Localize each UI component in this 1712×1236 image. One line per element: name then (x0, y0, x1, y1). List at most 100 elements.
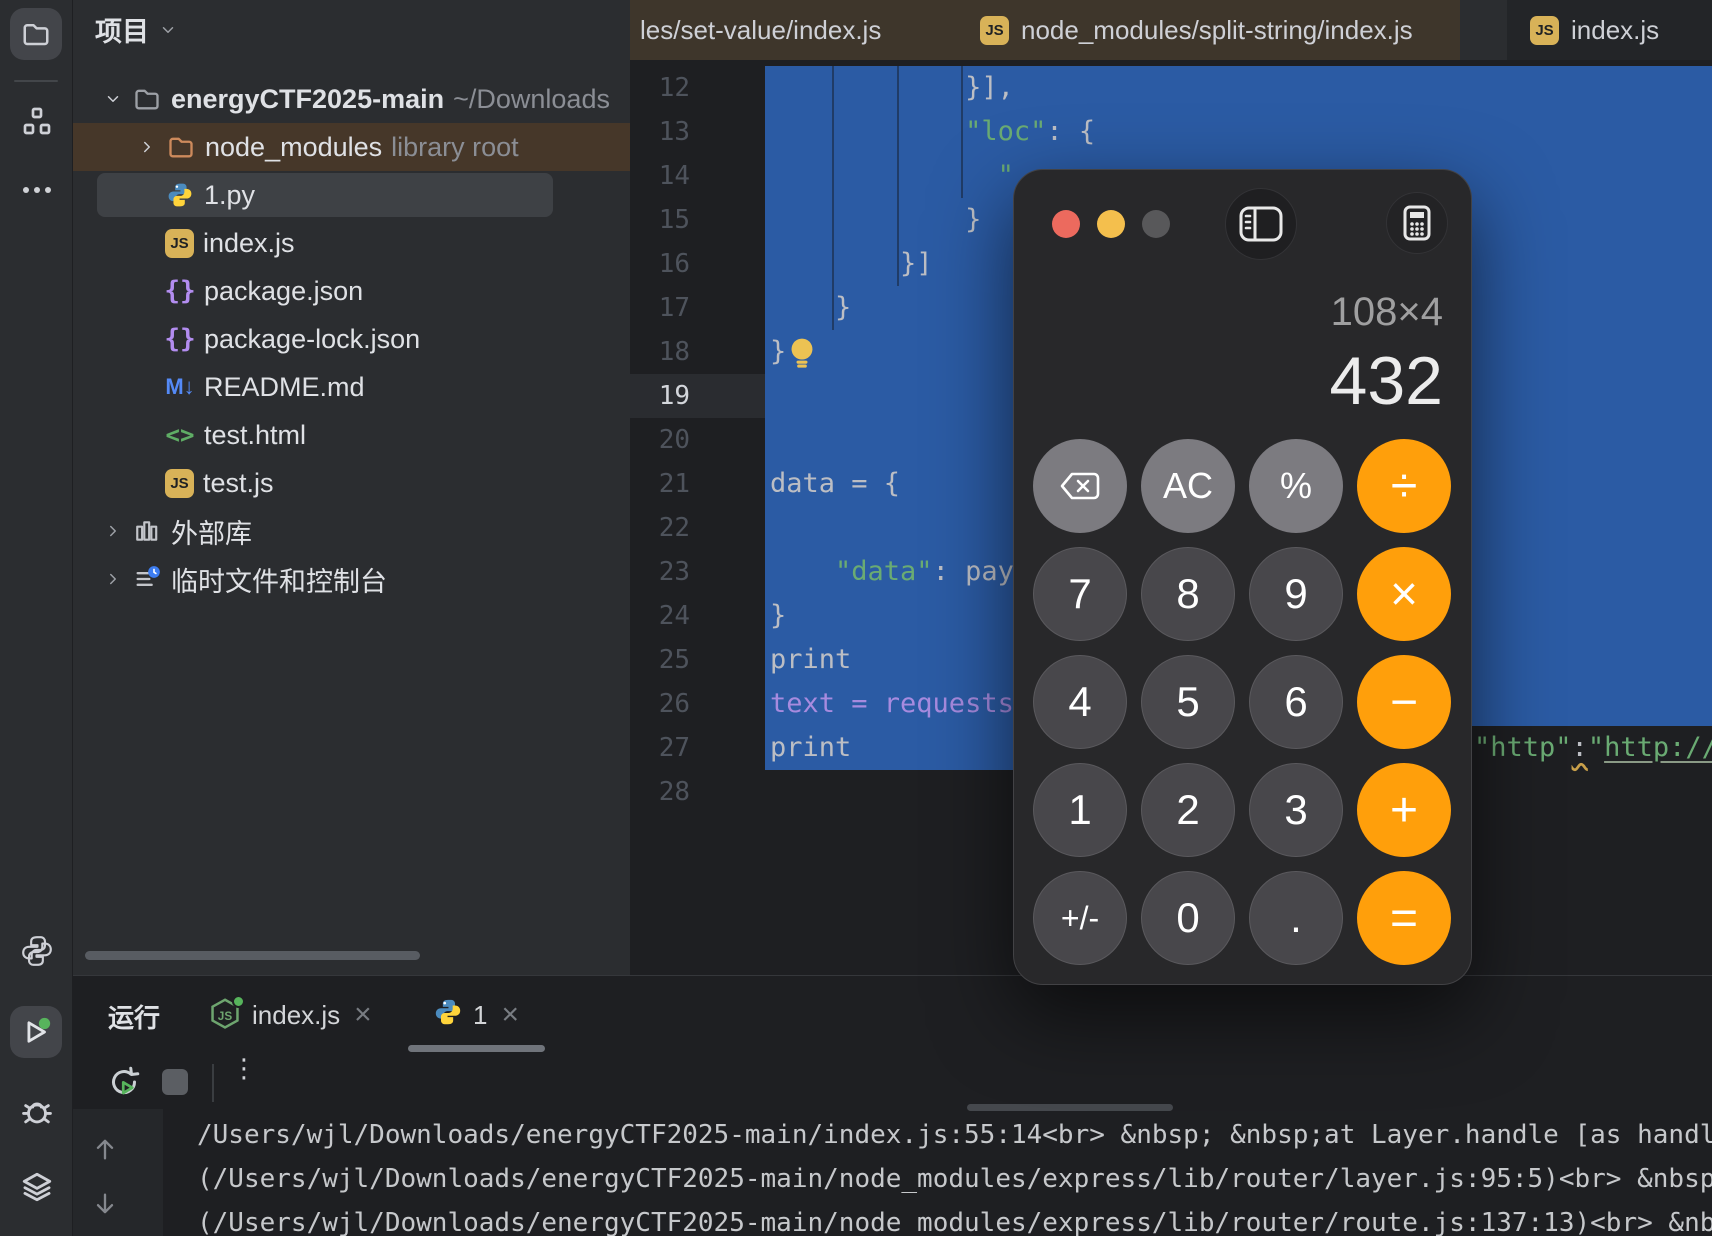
line-number[interactable]: 26 (630, 682, 690, 726)
line-number[interactable]: 27 (630, 726, 690, 770)
tree-item-label: README.md (204, 372, 365, 403)
digit-3-button[interactable]: 3 (1249, 763, 1343, 857)
chevron-right-icon[interactable] (137, 138, 157, 156)
ac-button[interactable]: AC (1141, 439, 1235, 533)
chevron-down-icon[interactable] (103, 90, 123, 108)
arrow-down-icon[interactable] (91, 1189, 119, 1224)
debug-tool-button[interactable] (0, 1095, 73, 1129)
tree-item-label: 1.py (204, 180, 255, 211)
project-tool-button[interactable] (10, 8, 62, 60)
line-number[interactable]: 18 (630, 330, 690, 374)
digit-0-button[interactable]: 0 (1141, 871, 1235, 965)
tab-split-string-index-js[interactable]: JS node_modules/split-string/index.js (980, 0, 1413, 60)
tree-item-package-lock-json[interactable]: {} package-lock.json (73, 315, 630, 363)
tree-item-external-libraries[interactable]: 外部库 (73, 507, 630, 555)
code-line: print (765, 726, 851, 770)
run-tool-button[interactable] (10, 1006, 62, 1058)
plus-minus-button[interactable]: +/- (1033, 871, 1127, 965)
digit-9-button[interactable]: 9 (1249, 547, 1343, 641)
divider (212, 1064, 214, 1102)
line-number[interactable]: 22 (630, 506, 690, 550)
run-tab-1[interactable]: 1 × (433, 991, 523, 1039)
digit-7-button[interactable]: 7 (1033, 547, 1127, 641)
backspace-icon (1060, 472, 1100, 500)
divide-button[interactable]: ÷ (1357, 439, 1451, 533)
tree-item-1-py[interactable]: 1.py (73, 171, 630, 219)
code-line: text = requests. (765, 682, 1030, 726)
zoom-traffic-light[interactable] (1142, 210, 1170, 238)
line-number[interactable]: 16 (630, 242, 690, 286)
calculator-mode-button[interactable] (1386, 192, 1448, 254)
services-tool-button[interactable] (0, 1170, 73, 1204)
digit-1-button[interactable]: 1 (1033, 763, 1127, 857)
more-options-button[interactable]: ⋮ (231, 1061, 251, 1075)
structure-tool-button[interactable] (0, 105, 73, 137)
line-number[interactable]: 25 (630, 638, 690, 682)
minimize-traffic-light[interactable] (1097, 210, 1125, 238)
percent-button[interactable]: % (1249, 439, 1343, 533)
chevron-right-icon[interactable] (103, 570, 123, 588)
calculator-window[interactable]: 108×4 432 AC % ÷ 7 8 9 × 4 5 6 − 1 2 3 +… (1013, 169, 1472, 985)
run-tab-index-js[interactable]: JS index.js × (208, 991, 376, 1039)
add-button[interactable]: + (1357, 763, 1451, 857)
run-icon (19, 1015, 53, 1049)
project-panel: 项目 energyCTF2025-main ~/Downloads node_m… (73, 0, 630, 975)
tree-item-scratches[interactable]: 临时文件和控制台 (73, 555, 630, 603)
chevron-down-icon (159, 21, 177, 39)
tree-item-test-js[interactable]: JS test.js (73, 459, 630, 507)
more-tool-windows-button[interactable] (0, 178, 73, 202)
sidebar-toggle-button[interactable] (1225, 188, 1297, 260)
tree-item-node-modules[interactable]: node_modules library root (73, 123, 630, 171)
python-packages-tool-button[interactable] (0, 934, 73, 968)
line-number[interactable]: 14 (630, 154, 690, 198)
digit-4-button[interactable]: 4 (1033, 655, 1127, 749)
arrow-up-icon[interactable] (91, 1134, 119, 1169)
code-line: }] (765, 242, 933, 286)
close-icon[interactable]: × (350, 998, 376, 1032)
lightbulb-icon[interactable] (786, 336, 818, 375)
rerun-button[interactable] (106, 1064, 142, 1105)
stop-button[interactable] (162, 1069, 188, 1095)
backspace-button[interactable] (1033, 439, 1127, 533)
digit-5-button[interactable]: 5 (1141, 655, 1235, 749)
decimal-button[interactable]: . (1249, 871, 1343, 965)
line-number[interactable]: 20 (630, 418, 690, 462)
digit-2-button[interactable]: 2 (1141, 763, 1235, 857)
multiply-button[interactable]: × (1357, 547, 1451, 641)
bug-icon (20, 1095, 54, 1129)
line-number[interactable]: 21 (630, 462, 690, 506)
line-number[interactable]: 24 (630, 594, 690, 638)
digit-8-button[interactable]: 8 (1141, 547, 1235, 641)
line-number[interactable]: 17 (630, 286, 690, 330)
project-panel-header[interactable]: 项目 (95, 10, 177, 49)
chevron-right-icon[interactable] (103, 522, 123, 540)
close-traffic-light[interactable] (1052, 210, 1080, 238)
equals-button[interactable]: = (1357, 871, 1451, 965)
tool-window-bar (0, 0, 73, 1236)
line-number[interactable]: 12 (630, 66, 690, 110)
subtract-button[interactable]: − (1357, 655, 1451, 749)
line-number[interactable]: 28 (630, 770, 690, 814)
folder-icon (132, 84, 162, 114)
tree-item-label: 外部库 (171, 512, 252, 551)
tree-item-index-js[interactable]: JS index.js (73, 219, 630, 267)
horizontal-scrollbar[interactable] (85, 951, 420, 960)
tree-item-readme-md[interactable]: M↓ README.md (73, 363, 630, 411)
js-file-icon: JS (165, 229, 194, 258)
digit-6-button[interactable]: 6 (1249, 655, 1343, 749)
close-icon[interactable]: × (497, 998, 523, 1032)
line-number-current[interactable]: 19 (630, 374, 690, 418)
tree-item-project-root[interactable]: energyCTF2025-main ~/Downloads (73, 75, 630, 123)
line-number[interactable]: 23 (630, 550, 690, 594)
js-file-icon: JS (1530, 16, 1559, 45)
tree-item-package-json[interactable]: {} package.json (73, 267, 630, 315)
line-number[interactable]: 15 (630, 198, 690, 242)
tree-item-test-html[interactable]: <> test.html (73, 411, 630, 459)
console-scrollbar[interactable] (967, 1104, 1173, 1111)
tab-set-value-index-js[interactable]: les/set-value/index.js (640, 0, 881, 60)
tab-index-js[interactable]: JS index.js (1530, 0, 1659, 60)
line-number[interactable]: 13 (630, 110, 690, 154)
html-file-icon: <> (165, 420, 195, 450)
js-file-icon: JS (165, 469, 194, 498)
code-line (765, 506, 835, 550)
